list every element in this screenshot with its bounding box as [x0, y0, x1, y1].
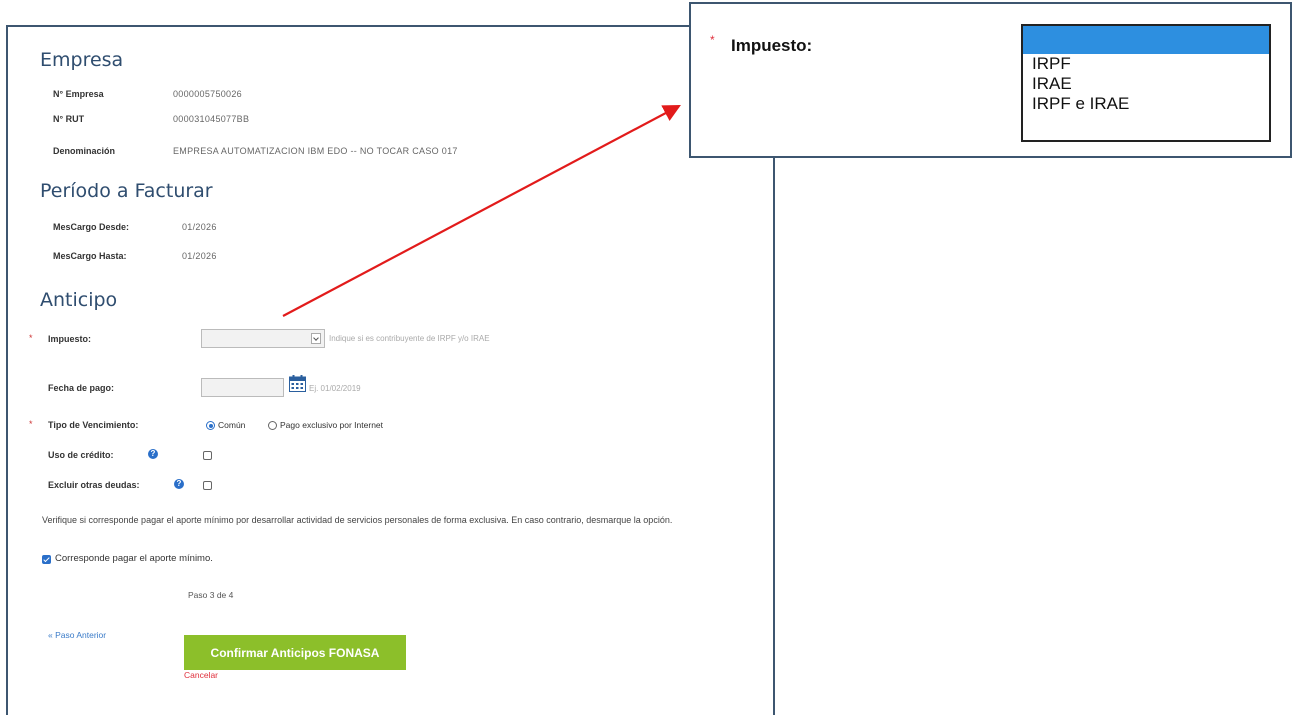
aporte-checkbox[interactable]	[42, 555, 51, 564]
aporte-check-label: Corresponde pagar el aporte mínimo.	[55, 553, 213, 564]
tipo-comun-label: Común	[218, 420, 246, 430]
back-link[interactable]: « Paso Anterior	[48, 630, 106, 640]
required-mark: *	[710, 33, 715, 47]
tipo-comun-radio[interactable]	[206, 421, 215, 430]
impuesto-dropdown-list[interactable]: IRPF IRAE IRPF e IRAE	[1021, 24, 1271, 142]
dropdown-option-irpf[interactable]: IRPF	[1023, 54, 1269, 74]
rut-label: N° RUT	[53, 114, 85, 124]
step-indicator: Paso 3 de 4	[188, 590, 234, 600]
tipo-internet-label: Pago exclusivo por Internet	[280, 420, 384, 430]
impuesto-label: Impuesto:	[48, 334, 92, 344]
empresa-number-label: N° Empresa	[53, 89, 104, 99]
empresa-number-value: 0000005750026	[173, 89, 242, 99]
uso-credito-label: Uso de crédito:	[48, 450, 114, 460]
impuesto-select[interactable]	[201, 329, 325, 348]
uso-credito-checkbox[interactable]	[203, 451, 212, 460]
dropdown-option-irae[interactable]: IRAE	[1023, 74, 1269, 94]
cancel-link[interactable]: Cancelar	[184, 670, 218, 680]
form-panel: Empresa N° Empresa 0000005750026 N° RUT …	[6, 25, 775, 715]
empresa-title: Empresa	[40, 49, 124, 71]
fecha-hint: Ej. 01/02/2019	[309, 384, 361, 393]
denominacion-value: EMPRESA AUTOMATIZACION IBM EDO -- NO TOC…	[173, 146, 458, 156]
help-icon[interactable]: ?	[174, 479, 184, 489]
help-icon[interactable]: ?	[148, 449, 158, 459]
fecha-label: Fecha de pago:	[48, 383, 115, 393]
aporte-text: Verifique si corresponde pagar el aporte…	[42, 515, 673, 525]
confirm-button[interactable]: Confirmar Anticipos FONASA	[184, 635, 406, 670]
calendar-icon[interactable]	[289, 375, 306, 392]
required-mark: *	[29, 419, 33, 429]
impuesto-hint: Indique si es contribuyente de IRPF y/o …	[329, 334, 490, 343]
rut-value: 000031045077BB	[173, 114, 250, 124]
excluir-checkbox[interactable]	[203, 481, 212, 490]
tipo-internet-radio[interactable]	[268, 421, 277, 430]
dropdown-option-irpf-irae[interactable]: IRPF e IRAE	[1023, 94, 1269, 114]
zoom-callout: * Impuesto: IRPF IRAE IRPF e IRAE	[689, 2, 1292, 158]
required-mark: *	[29, 333, 33, 343]
denominacion-label: Denominación	[53, 146, 116, 156]
zoom-impuesto-label: Impuesto:	[731, 36, 813, 55]
dropdown-option-empty[interactable]	[1023, 26, 1269, 54]
periodo-title: Período a Facturar	[40, 180, 213, 202]
mes-hasta-label: MesCargo Hasta:	[53, 251, 127, 261]
mes-desde-label: MesCargo Desde:	[53, 222, 130, 232]
mes-hasta-value: 01/2026	[182, 251, 217, 261]
fecha-input[interactable]	[201, 378, 284, 397]
anticipo-title: Anticipo	[40, 289, 118, 311]
excluir-label: Excluir otras deudas:	[48, 480, 140, 490]
tipo-label: Tipo de Vencimiento:	[48, 420, 139, 430]
mes-desde-value: 01/2026	[182, 222, 217, 232]
chevron-down-icon	[311, 333, 321, 344]
